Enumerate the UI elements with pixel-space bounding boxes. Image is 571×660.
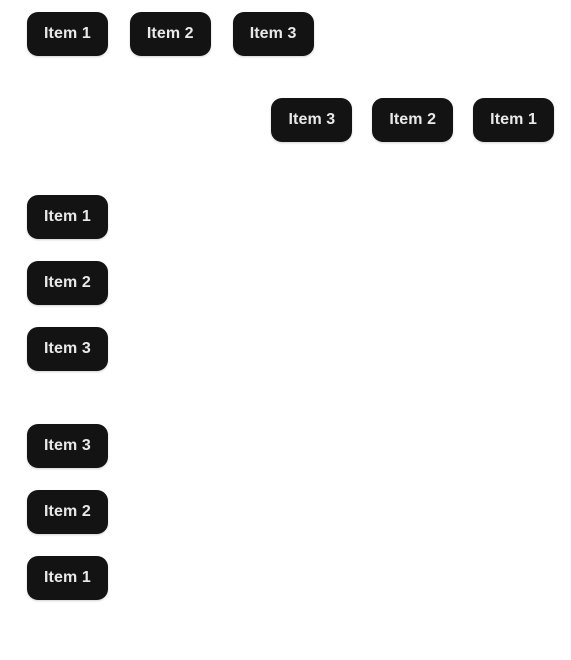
flex-group-column: Item 1 Item 2 Item 3 [17, 195, 554, 371]
chip-item-3[interactable]: Item 3 [27, 424, 108, 468]
chip-item-3[interactable]: Item 3 [271, 98, 353, 142]
chip-item-1[interactable]: Item 1 [27, 195, 108, 239]
chip-item-1[interactable]: Item 1 [27, 556, 108, 600]
chip-item-3[interactable]: Item 3 [27, 327, 108, 371]
chip-item-2[interactable]: Item 2 [372, 98, 454, 142]
chip-item-2[interactable]: Item 2 [27, 490, 108, 534]
chip-item-2[interactable]: Item 2 [27, 261, 108, 305]
flex-direction-demo-page: Item 1 Item 2 Item 3 Item 1 Item 2 Item … [0, 0, 571, 660]
flex-group-column-reverse: Item 1 Item 2 Item 3 [17, 424, 554, 600]
flex-group-row: Item 1 Item 2 Item 3 [17, 0, 554, 56]
chip-item-1[interactable]: Item 1 [27, 11, 108, 56]
flex-group-row-reverse: Item 1 Item 2 Item 3 [17, 98, 554, 142]
chip-item-3[interactable]: Item 3 [232, 11, 314, 56]
chip-item-1[interactable]: Item 1 [473, 98, 554, 142]
chip-item-2[interactable]: Item 2 [129, 11, 211, 56]
